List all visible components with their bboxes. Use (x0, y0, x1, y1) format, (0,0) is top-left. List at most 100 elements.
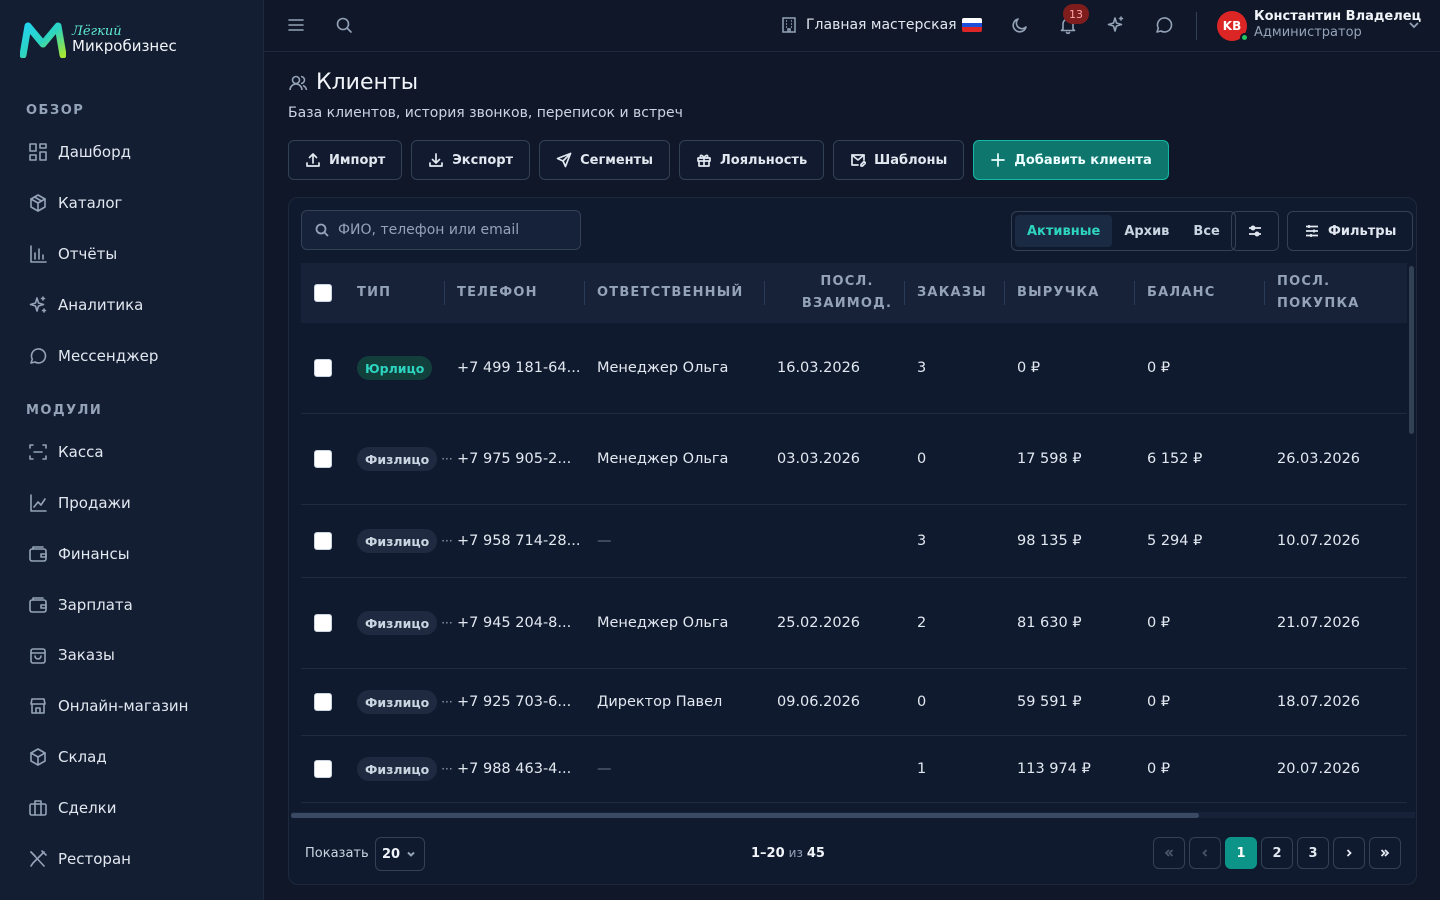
user-menu[interactable]: Константин Владелец Администратор (1254, 9, 1421, 40)
row-checkbox[interactable] (314, 614, 332, 632)
search-icon[interactable] (333, 14, 355, 36)
row-checkbox[interactable] (314, 450, 332, 468)
per-page-label: Показать (305, 846, 369, 861)
sidebar-item-label: Онлайн-магазин (58, 697, 189, 715)
col-manager[interactable]: ОТВЕТСТВЕННЫЙ (597, 263, 743, 323)
table-row[interactable]: Физлицо ··· +7 945 204-8... Менеджер Ольга 2… (301, 578, 1407, 669)
sidebar-item-label: Касса (58, 443, 104, 461)
page-button-1[interactable]: 1 (1225, 837, 1257, 869)
column-divider (1264, 281, 1265, 305)
sparkles-icon[interactable] (1105, 14, 1127, 36)
col-last-contact[interactable]: ПОСЛ. ВЗАИМОД. (777, 263, 917, 323)
import-button[interactable]: Импорт (288, 140, 403, 180)
type-more-indicator[interactable]: ··· (441, 452, 452, 466)
page-button-2[interactable]: 2 (1261, 837, 1293, 869)
sidebar-item-label: Ресторан (58, 850, 131, 868)
client-type-badge: Юрлицо (357, 356, 433, 380)
col-type[interactable]: ТИП (357, 263, 391, 323)
topbar: Главная мастерская 13 KB Константин Влад… (264, 0, 1440, 52)
sidebar-item-label: Зарплата (58, 596, 133, 614)
sidebar-item-reports[interactable]: Отчёты (28, 242, 117, 266)
sidebar-item-dashboard[interactable]: Дашборд (28, 140, 131, 164)
next-page-button[interactable] (1333, 837, 1365, 869)
tab-archive[interactable]: Архив (1112, 215, 1181, 247)
table-row[interactable]: Физлицо ··· +7 975 905-2... Менеджер Ольга 0… (301, 414, 1407, 505)
sidebar-item-restaurant[interactable]: Ресторан (28, 847, 131, 871)
loyalty-button[interactable]: Лояльность (678, 140, 825, 180)
table-row[interactable]: Физлицо ··· +7 925 703-6... Директор Павел 0… (301, 669, 1407, 736)
row-checkbox[interactable] (314, 760, 332, 778)
add-client-button[interactable]: Добавить клиента (973, 140, 1169, 180)
type-more-indicator[interactable]: ··· (441, 616, 452, 630)
sidebar-item-messenger[interactable]: Мессенджер (28, 344, 158, 368)
range-value: 1–20 (751, 846, 785, 861)
prev-page-button[interactable] (1189, 837, 1221, 869)
per-page-select[interactable]: 20 (375, 837, 425, 871)
templates-button[interactable]: Шаблоны (833, 140, 965, 180)
sidebar-item-deals[interactable]: Сделки (28, 796, 116, 820)
row-select-cell (314, 578, 332, 668)
vertical-scrollbar[interactable] (1409, 266, 1414, 434)
sidebar-item-orders[interactable]: Заказы (28, 643, 115, 667)
segments-button[interactable]: Сегменты (539, 140, 670, 180)
type-more-indicator[interactable]: ··· (441, 534, 452, 548)
cell-balance: 0 ₽ (1147, 360, 1171, 376)
type-more-indicator[interactable]: ··· (441, 762, 452, 776)
col-last-purchase[interactable]: ПОСЛ. ПОКУПКА (1277, 263, 1360, 323)
box-icon (30, 748, 46, 766)
scan-icon (29, 444, 47, 460)
chevron-down-icon[interactable] (1406, 17, 1422, 33)
columns-settings-button[interactable] (1231, 211, 1279, 251)
table-row[interactable]: Физлицо ··· +7 958 714-28... —3 98 135 ₽5 29… (301, 505, 1407, 578)
col-orders[interactable]: ЗАКАЗЫ (917, 263, 987, 323)
type-more-indicator[interactable]: ··· (441, 695, 452, 709)
page-button-3[interactable]: 3 (1297, 837, 1329, 869)
sidebar-item-analytics[interactable]: Аналитика (28, 293, 143, 317)
menu-icon[interactable] (285, 14, 307, 36)
table-row[interactable]: Физлицо ··· +7 988 463-4... —1 113 974 ₽0 ₽2… (301, 736, 1407, 803)
select-all-checkbox[interactable] (314, 284, 332, 302)
sidebar-item-cashdesk[interactable]: Касса (28, 440, 104, 464)
sidebar-item-warehouse[interactable]: Склад (28, 745, 107, 769)
row-checkbox[interactable] (314, 532, 332, 550)
column-divider (444, 281, 445, 305)
row-checkbox[interactable] (314, 359, 332, 377)
row-checkbox[interactable] (314, 693, 332, 711)
column-divider (1134, 281, 1135, 305)
flag-ru-icon[interactable] (962, 18, 982, 32)
sidebar: Лёгкий Микробизнес ОБЗОР Дашборд Каталог… (0, 0, 264, 900)
workshop-selector[interactable]: Главная мастерская (780, 16, 957, 34)
wallet-icon (29, 597, 47, 613)
add-client-label: Добавить клиента (1014, 152, 1152, 168)
tab-active[interactable]: Активные (1015, 215, 1113, 247)
loyalty-label: Лояльность (719, 152, 808, 168)
tab-all[interactable]: Все (1181, 215, 1231, 247)
pagination-range: 1–20 из 45 (751, 846, 825, 861)
client-type-badge: Физлицо (357, 690, 438, 714)
filters-button[interactable]: Фильтры (1287, 211, 1414, 251)
col-balance[interactable]: БАЛАНС (1147, 263, 1215, 323)
select-all-cell (314, 263, 332, 323)
table-row[interactable]: Юрлицо +7 499 181-64... Менеджер Ольга 16.0… (301, 323, 1407, 414)
sidebar-item-online-store[interactable]: Онлайн-магазин (28, 694, 188, 718)
sidebar-item-catalog[interactable]: Каталог (28, 191, 122, 215)
sidebar-item-salary[interactable]: Зарплата (28, 593, 133, 617)
chevron-down-icon (407, 851, 415, 857)
chat-icon[interactable] (1153, 14, 1175, 36)
sidebar-item-sales[interactable]: Продажи (28, 491, 131, 515)
cell-type: Физлицо ··· (357, 578, 453, 668)
sidebar-item-label: Заказы (58, 646, 115, 664)
horizontal-scrollbar[interactable] (291, 813, 1199, 818)
search-icon (315, 223, 329, 237)
first-page-button[interactable] (1153, 837, 1185, 869)
col-revenue[interactable]: ВЫРУЧКА (1017, 263, 1100, 323)
moon-icon[interactable] (1009, 14, 1031, 36)
col-phone[interactable]: ТЕЛЕФОН (457, 263, 538, 323)
sidebar-item-finance[interactable]: Финансы (28, 542, 130, 566)
search-input[interactable] (338, 222, 568, 238)
search-box[interactable] (301, 210, 581, 250)
last-page-button[interactable] (1369, 837, 1401, 869)
range-of: из (788, 846, 803, 860)
export-button[interactable]: Экспорт (411, 140, 531, 180)
brand-logo[interactable]: Лёгкий Микробизнес (20, 22, 177, 58)
